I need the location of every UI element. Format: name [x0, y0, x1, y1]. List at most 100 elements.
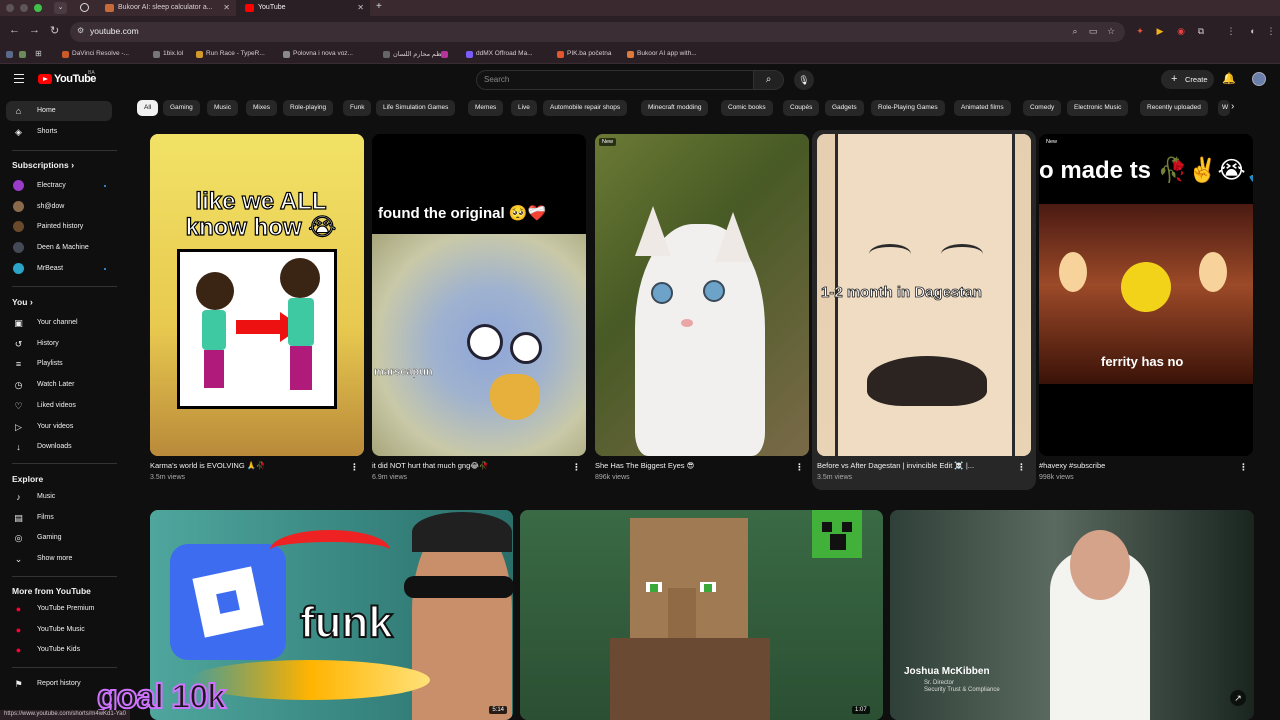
subscription-item[interactable]: sh@dow: [6, 197, 112, 217]
more-options-icon[interactable]: ⋮: [350, 462, 359, 473]
chip-role-playing[interactable]: Role-playing: [283, 100, 334, 116]
tab-youtube[interactable]: YouTube ✕: [236, 0, 370, 16]
more-from-youtube-header[interactable]: More from YouTube: [12, 586, 91, 596]
cast-icon[interactable]: ▭: [1088, 26, 1098, 36]
bookmark-apps-icon[interactable]: [6, 51, 13, 58]
tab-bukoor[interactable]: Bukoor AI: sleep calculator a... ✕: [96, 0, 236, 16]
sidebar-item-youtube-premium[interactable]: ● YouTube Premium: [6, 599, 112, 619]
chip-all[interactable]: All: [137, 100, 159, 116]
bookmark-item[interactable]: Run Race - TypeR...: [196, 50, 265, 58]
bookmark-apps-icon[interactable]: [19, 51, 26, 58]
bookmark-item[interactable]: نظم محارم اللسان: [383, 50, 443, 58]
sidebar-item-your-videos[interactable]: ▷ Your videos: [6, 417, 112, 437]
youtube-logo-icon[interactable]: [38, 74, 52, 84]
zoom-icon[interactable]: ⌕: [1070, 26, 1080, 36]
bookmark-item[interactable]: ddMX Offroad Ma...: [466, 50, 533, 58]
sidebar-item-films[interactable]: ▤ Films: [6, 508, 112, 528]
extension-icon[interactable]: ◉: [1176, 26, 1186, 36]
window-minimize-button[interactable]: [20, 4, 28, 12]
sidebar-toggle-icon[interactable]: ⋮: [1226, 26, 1236, 36]
sidebar-item-liked-videos[interactable]: ♡ Liked videos: [6, 396, 112, 416]
chip-gadgets[interactable]: Gadgets: [825, 100, 864, 116]
chip-music[interactable]: Music: [207, 100, 238, 116]
url-text[interactable]: youtube.com: [90, 26, 139, 36]
explore-header[interactable]: Explore: [12, 474, 43, 484]
reload-icon[interactable]: ↻: [50, 24, 59, 37]
sidebar-item-shorts[interactable]: ◈ Shorts: [6, 122, 112, 142]
short-thumbnail[interactable]: New: [595, 134, 809, 456]
chevron-right-icon[interactable]: ›: [1231, 101, 1234, 112]
more-options-icon[interactable]: ⋮: [572, 462, 581, 473]
bookmark-star-icon[interactable]: ☆: [1106, 26, 1116, 36]
sidebar-item-gaming[interactable]: ◎ Gaming: [6, 528, 112, 548]
short-thumbnail[interactable]: 1-2 month in Dagestan: [817, 134, 1031, 456]
bookmark-item[interactable]: PIK.ba početna: [557, 50, 611, 58]
chip-comic-books[interactable]: Comic books: [721, 100, 773, 116]
chip-comedy[interactable]: Comedy: [1023, 100, 1062, 116]
more-options-icon[interactable]: ⋮: [1017, 462, 1026, 473]
sidebar-item-show-more[interactable]: ⌄ Show more: [6, 549, 112, 569]
chip-w[interactable]: W: [1218, 100, 1230, 116]
new-tab-button[interactable]: +: [376, 1, 382, 12]
short-thumbnail[interactable]: like we ALL know how 😭: [150, 134, 364, 456]
short-thumbnail[interactable]: o made ts 🥀✌️😭🙏 ferrity has no New: [1039, 134, 1253, 456]
short-title[interactable]: She Has The Biggest Eyes 😎: [595, 461, 694, 470]
bookmark-item[interactable]: Bukoor AI app with...: [627, 50, 697, 58]
chip-gaming[interactable]: Gaming: [163, 100, 200, 116]
notifications-bell-icon[interactable]: 🔔: [1222, 72, 1236, 85]
video-thumbnail[interactable]: 1:07: [520, 510, 883, 720]
chip-minecraft-modding[interactable]: Minecraft modding: [641, 100, 709, 116]
chip-automobile-repair-shops[interactable]: Automobile repair shops: [543, 100, 628, 116]
video-thumbnail[interactable]: Joshua McKibben Sr. Director Security Tr…: [890, 510, 1254, 720]
site-info-icon[interactable]: ⚙: [77, 26, 84, 35]
chip-live[interactable]: Live: [511, 100, 537, 116]
sidebar-item-watch-later[interactable]: ◷ Watch Later: [6, 375, 112, 395]
forward-arrow-icon[interactable]: →: [29, 24, 40, 36]
chip-funk[interactable]: Funk: [343, 100, 372, 116]
microphone-icon[interactable]: 🎙: [794, 70, 814, 90]
chip-memes[interactable]: Memes: [468, 100, 504, 116]
short-title[interactable]: it did NOT hurt that much gng😂🥀: [372, 461, 488, 470]
short-title[interactable]: #havexy #subscribe: [1039, 461, 1105, 470]
you-header[interactable]: You ›: [12, 297, 33, 307]
tab-close-icon[interactable]: ✕: [357, 0, 364, 16]
search-icon[interactable]: ⌕: [754, 70, 784, 90]
short-title[interactable]: Karma's world is EVOLVING 🙏🥀: [150, 461, 265, 470]
sidebar-item-history[interactable]: ↺ History: [6, 334, 112, 354]
window-close-button[interactable]: [6, 4, 14, 12]
hamburger-menu-icon[interactable]: [14, 74, 24, 83]
tab-close-icon[interactable]: ✕: [223, 0, 230, 16]
short-title[interactable]: Before vs After Dagestan | invincible Ed…: [817, 461, 974, 470]
open-external-icon[interactable]: ↗: [1230, 690, 1246, 706]
apps-grid-icon[interactable]: ⊞: [35, 49, 42, 58]
search-input[interactable]: [476, 70, 754, 90]
more-options-icon[interactable]: ⋮: [795, 462, 804, 473]
back-arrow-icon[interactable]: ←: [9, 24, 20, 36]
extensions-puzzle-icon[interactable]: ⧉: [1196, 26, 1206, 36]
chip-electronic-music[interactable]: Electronic Music: [1067, 100, 1129, 116]
sidebar-item-youtube-kids[interactable]: ● YouTube Kids: [6, 640, 112, 660]
profile-icon[interactable]: ◐: [1248, 26, 1258, 36]
chip-life-simulation-games[interactable]: Life Simulation Games: [376, 100, 456, 116]
tab-search-icon[interactable]: ⌄: [54, 2, 67, 14]
chip-coup-s[interactable]: Coupés: [783, 100, 820, 116]
address-bar[interactable]: [70, 22, 1125, 42]
sidebar-item-youtube-music[interactable]: ● YouTube Music: [6, 620, 112, 640]
extension-icon[interactable]: ▶: [1155, 26, 1165, 36]
sidebar-item-home[interactable]: ⌂ Home: [6, 101, 112, 121]
chip-mixes[interactable]: Mixes: [246, 100, 277, 116]
sidebar-item-downloads[interactable]: ↓ Downloads: [6, 437, 112, 457]
subscription-item[interactable]: Deen & Machine: [6, 238, 112, 258]
subscription-item[interactable]: Painted history: [6, 217, 112, 237]
create-button[interactable]: + Create: [1161, 70, 1214, 89]
more-options-icon[interactable]: ⋮: [1239, 462, 1248, 473]
pinned-tab-icon[interactable]: [80, 3, 89, 12]
menu-icon[interactable]: ⋮: [1266, 26, 1276, 36]
chip-recently-uploaded[interactable]: Recently uploaded: [1140, 100, 1208, 116]
sidebar-item-your-channel[interactable]: ▣ Your channel: [6, 313, 112, 333]
subscription-item[interactable]: MrBeast: [6, 259, 112, 279]
bookmark-item[interactable]: 1bix.lol: [153, 50, 183, 58]
avatar[interactable]: [1252, 72, 1266, 86]
chip-role-playing-games[interactable]: Role-Playing Games: [871, 100, 945, 116]
short-thumbnail[interactable]: found the original 🥺❤️‍🩹 marscapun: [372, 134, 586, 456]
